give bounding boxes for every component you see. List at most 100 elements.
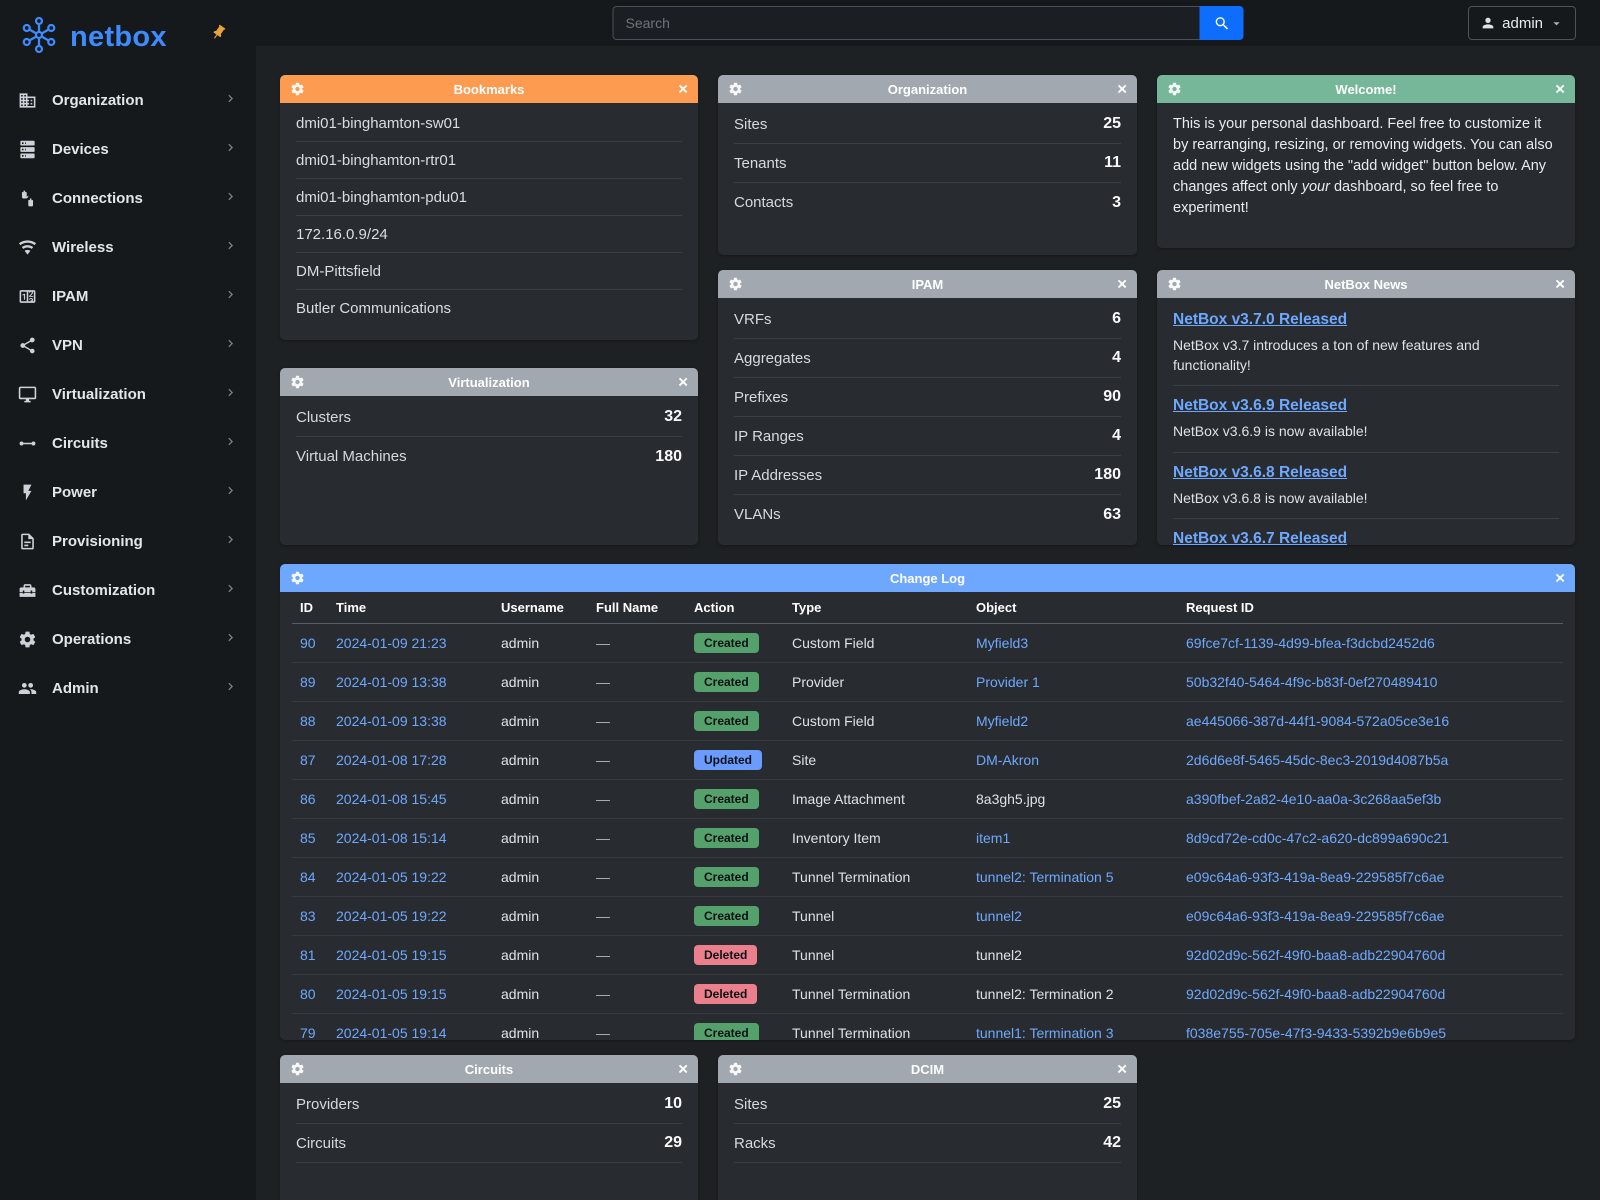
changelog-request-link[interactable]: ae445066-387d-44f1-9084-572a05ce3e16 [1186, 713, 1449, 729]
changelog-column-header[interactable]: Object [968, 592, 1178, 624]
changelog-time-link[interactable]: 2024-01-09 13:38 [336, 674, 447, 690]
sidebar-item-organization[interactable]: Organization [0, 76, 256, 125]
changelog-object-link[interactable]: tunnel2 [976, 908, 1022, 924]
changelog-request-link[interactable]: 92d02d9c-562f-49f0-baa8-adb22904760d [1186, 947, 1445, 963]
changelog-request-link[interactable]: e09c64a6-93f3-419a-8ea9-229585f7c6ae [1186, 908, 1444, 924]
sidebar-item-admin[interactable]: Admin [0, 664, 256, 713]
changelog-time-link[interactable]: 2024-01-05 19:22 [336, 869, 447, 885]
stat-label[interactable]: Providers [296, 1096, 359, 1113]
bookmark-link[interactable]: dmi01-binghamton-rtr01 [296, 152, 456, 169]
changelog-object-link[interactable]: Myfield3 [976, 635, 1028, 651]
changelog-id-link[interactable]: 84 [300, 869, 316, 885]
changelog-time-link[interactable]: 2024-01-05 19:22 [336, 908, 447, 924]
widget-close-icon[interactable]: × [678, 375, 688, 390]
search-button[interactable] [1200, 6, 1244, 40]
stat-label[interactable]: Racks [734, 1135, 776, 1152]
widget-close-icon[interactable]: × [678, 82, 688, 97]
news-title-link[interactable]: NetBox v3.6.7 Released [1173, 530, 1347, 545]
stat-label[interactable]: Sites [734, 1096, 767, 1113]
stat-label[interactable]: Sites [734, 116, 767, 133]
user-menu-button[interactable]: admin [1468, 6, 1576, 40]
sidebar-item-ipam[interactable]: IPAM [0, 272, 256, 321]
stat-label[interactable]: Virtual Machines [296, 448, 407, 465]
sidebar-item-virtualization[interactable]: Virtualization [0, 370, 256, 419]
stat-label[interactable]: Prefixes [734, 389, 788, 406]
widget-close-icon[interactable]: × [1117, 277, 1127, 292]
changelog-time-link[interactable]: 2024-01-09 13:38 [336, 713, 447, 729]
changelog-request-link[interactable]: 92d02d9c-562f-49f0-baa8-adb22904760d [1186, 986, 1445, 1002]
news-title-link[interactable]: NetBox v3.6.9 Released [1173, 397, 1347, 414]
widget-config-icon[interactable] [290, 375, 305, 390]
changelog-request-link[interactable]: 2d6d6e8f-5465-45dc-8ec3-2019d4087b5a [1186, 752, 1448, 768]
pin-sidebar-icon[interactable] [210, 24, 228, 42]
stat-label[interactable]: Contacts [734, 194, 793, 211]
sidebar-item-vpn[interactable]: VPN [0, 321, 256, 370]
bookmark-link[interactable]: DM-Pittsfield [296, 263, 381, 280]
stat-label[interactable]: VRFs [734, 311, 772, 328]
news-title-link[interactable]: NetBox v3.7.0 Released [1173, 311, 1347, 328]
sidebar-item-operations[interactable]: Operations [0, 615, 256, 664]
bookmark-link[interactable]: dmi01-binghamton-pdu01 [296, 189, 467, 206]
changelog-column-header[interactable]: Action [686, 592, 784, 624]
stat-label[interactable]: VLANs [734, 506, 781, 523]
widget-close-icon[interactable]: × [1555, 82, 1565, 97]
changelog-object-link[interactable]: DM-Akron [976, 752, 1039, 768]
changelog-id-link[interactable]: 90 [300, 635, 316, 651]
widget-config-icon[interactable] [1167, 82, 1182, 97]
sidebar-item-devices[interactable]: Devices [0, 125, 256, 174]
brand[interactable]: netbox [0, 0, 256, 70]
sidebar-item-wireless[interactable]: Wireless [0, 223, 256, 272]
changelog-request-link[interactable]: e09c64a6-93f3-419a-8ea9-229585f7c6ae [1186, 869, 1444, 885]
changelog-id-link[interactable]: 85 [300, 830, 316, 846]
widget-close-icon[interactable]: × [1117, 82, 1127, 97]
widget-close-icon[interactable]: × [1555, 277, 1565, 292]
changelog-request-link[interactable]: a390fbef-2a82-4e10-aa0a-3c268aa5ef3b [1186, 791, 1441, 807]
widget-config-icon[interactable] [728, 277, 743, 292]
changelog-id-link[interactable]: 87 [300, 752, 316, 768]
sidebar-item-circuits[interactable]: Circuits [0, 419, 256, 468]
widget-config-icon[interactable] [290, 571, 305, 586]
changelog-column-header[interactable]: Type [784, 592, 968, 624]
bookmark-link[interactable]: 172.16.0.9/24 [296, 226, 388, 243]
changelog-id-link[interactable]: 79 [300, 1025, 316, 1040]
changelog-id-link[interactable]: 81 [300, 947, 316, 963]
changelog-object-link[interactable]: tunnel2: Termination 5 [976, 869, 1114, 885]
changelog-request-link[interactable]: 69fce7cf-1139-4d99-bfea-f3dcbd2452d6 [1186, 635, 1435, 651]
stat-label[interactable]: IP Ranges [734, 428, 804, 445]
changelog-id-link[interactable]: 80 [300, 986, 316, 1002]
widget-close-icon[interactable]: × [678, 1062, 688, 1077]
stat-label[interactable]: Clusters [296, 409, 351, 426]
changelog-object-link[interactable]: Provider 1 [976, 674, 1040, 690]
changelog-id-link[interactable]: 88 [300, 713, 316, 729]
changelog-time-link[interactable]: 2024-01-08 15:45 [336, 791, 447, 807]
stat-label[interactable]: IP Addresses [734, 467, 822, 484]
changelog-column-header[interactable]: Username [493, 592, 588, 624]
changelog-request-link[interactable]: f038e755-705e-47f3-9433-5392b9e6b9e5 [1186, 1025, 1446, 1040]
changelog-request-link[interactable]: 8d9cd72e-cd0c-47c2-a620-dc899a690c21 [1186, 830, 1449, 846]
changelog-time-link[interactable]: 2024-01-05 19:15 [336, 947, 447, 963]
sidebar-item-provisioning[interactable]: Provisioning [0, 517, 256, 566]
changelog-object-link[interactable]: item1 [976, 830, 1010, 846]
changelog-time-link[interactable]: 2024-01-05 19:14 [336, 1025, 447, 1040]
bookmark-link[interactable]: Butler Communications [296, 300, 451, 317]
changelog-column-header[interactable]: ID [292, 592, 328, 624]
widget-config-icon[interactable] [1167, 277, 1182, 292]
changelog-time-link[interactable]: 2024-01-08 17:28 [336, 752, 447, 768]
changelog-time-link[interactable]: 2024-01-09 21:23 [336, 635, 447, 651]
changelog-time-link[interactable]: 2024-01-08 15:14 [336, 830, 447, 846]
changelog-column-header[interactable]: Time [328, 592, 493, 624]
stat-label[interactable]: Circuits [296, 1135, 346, 1152]
widget-close-icon[interactable]: × [1555, 571, 1565, 586]
changelog-request-link[interactable]: 50b32f40-5464-4f9c-b83f-0ef270489410 [1186, 674, 1437, 690]
widget-config-icon[interactable] [290, 82, 305, 97]
widget-config-icon[interactable] [728, 82, 743, 97]
widget-config-icon[interactable] [290, 1062, 305, 1077]
sidebar-item-connections[interactable]: Connections [0, 174, 256, 223]
changelog-object-link[interactable]: tunnel1: Termination 3 [976, 1025, 1114, 1040]
news-title-link[interactable]: NetBox v3.6.8 Released [1173, 464, 1347, 481]
stat-label[interactable]: Tenants [734, 155, 787, 172]
changelog-column-header[interactable]: Request ID [1178, 592, 1563, 624]
sidebar-item-power[interactable]: Power [0, 468, 256, 517]
changelog-id-link[interactable]: 86 [300, 791, 316, 807]
changelog-object-link[interactable]: Myfield2 [976, 713, 1028, 729]
